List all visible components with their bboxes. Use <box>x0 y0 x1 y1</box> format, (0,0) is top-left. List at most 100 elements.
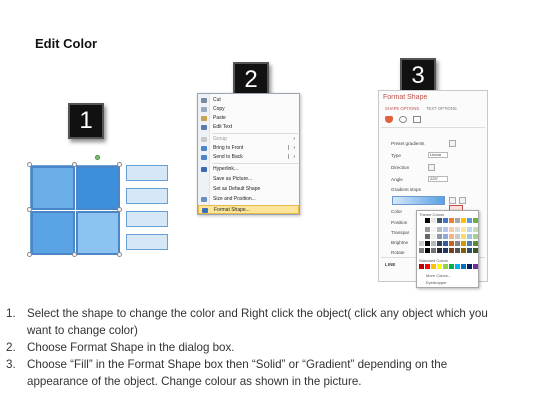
color-swatch[interactable] <box>461 248 466 253</box>
color-swatch[interactable] <box>461 227 466 232</box>
color-swatch[interactable] <box>419 248 424 253</box>
more-colors-link[interactable]: More Colors... <box>426 273 451 278</box>
color-swatch[interactable] <box>449 227 454 232</box>
color-swatch[interactable] <box>431 218 436 223</box>
menu-item-cut[interactable]: Cut <box>198 96 299 105</box>
color-swatch[interactable] <box>419 227 424 232</box>
color-swatch[interactable] <box>449 248 454 253</box>
color-swatch[interactable] <box>473 264 478 269</box>
color-swatch[interactable] <box>455 234 460 239</box>
color-swatch[interactable] <box>455 264 460 269</box>
shape-cell[interactable] <box>31 211 75 255</box>
shape-cell[interactable] <box>31 166 75 210</box>
color-swatch[interactable] <box>473 218 478 223</box>
color-swatch[interactable] <box>437 241 442 246</box>
color-swatch[interactable] <box>437 248 442 253</box>
color-swatch[interactable] <box>443 248 448 253</box>
line-section[interactable]: LINE <box>385 262 395 267</box>
color-swatch[interactable] <box>425 264 430 269</box>
color-swatch[interactable] <box>455 218 460 223</box>
color-swatch[interactable] <box>467 248 472 253</box>
color-swatch[interactable] <box>443 264 448 269</box>
color-swatch[interactable] <box>467 241 472 246</box>
color-swatch[interactable] <box>449 234 454 239</box>
selected-shape-grid[interactable] <box>30 165 120 255</box>
color-swatch[interactable] <box>455 248 460 253</box>
color-swatch[interactable] <box>443 218 448 223</box>
color-swatch[interactable] <box>467 227 472 232</box>
menu-item-save-as-picture[interactable]: Save as Picture... <box>198 175 299 184</box>
remove-stop-button[interactable] <box>459 197 466 204</box>
menu-item-set-default-shape[interactable]: Set as Default Shape <box>198 185 299 194</box>
color-swatch[interactable] <box>443 234 448 239</box>
resize-handle[interactable] <box>117 252 122 257</box>
rotation-handle[interactable] <box>95 155 100 160</box>
color-swatch[interactable] <box>443 241 448 246</box>
color-swatch[interactable] <box>425 227 430 232</box>
menu-item-edit-text[interactable]: Edit Text <box>198 123 299 132</box>
add-stop-button[interactable] <box>449 197 456 204</box>
resize-handle[interactable] <box>117 162 122 167</box>
shape-cell[interactable] <box>76 166 120 210</box>
menu-item-send-to-back[interactable]: Send to Back | › <box>198 153 299 162</box>
color-swatch[interactable] <box>449 241 454 246</box>
color-swatch[interactable] <box>473 241 478 246</box>
size-properties-icon[interactable] <box>413 116 421 123</box>
color-swatch[interactable] <box>419 234 424 239</box>
type-select[interactable]: Linear <box>428 152 448 158</box>
fill-line-icon[interactable] <box>385 116 393 123</box>
menu-item-copy[interactable]: Copy <box>198 105 299 114</box>
color-swatch[interactable] <box>461 264 466 269</box>
color-swatch[interactable] <box>467 234 472 239</box>
side-bar-shape[interactable] <box>126 234 168 250</box>
direction-dropdown[interactable] <box>428 164 435 171</box>
angle-input[interactable]: 225° <box>428 176 448 182</box>
color-swatch[interactable] <box>437 218 442 223</box>
color-swatch[interactable] <box>425 234 430 239</box>
resize-handle[interactable] <box>72 162 77 167</box>
color-swatch[interactable] <box>467 218 472 223</box>
color-swatch[interactable] <box>431 227 436 232</box>
color-swatch[interactable] <box>425 218 430 223</box>
color-swatch[interactable] <box>431 248 436 253</box>
color-swatch[interactable] <box>431 264 436 269</box>
color-swatch[interactable] <box>449 264 454 269</box>
menu-item-hyperlink[interactable]: Hyperlink... <box>198 165 299 174</box>
resize-handle[interactable] <box>117 207 122 212</box>
color-swatch[interactable] <box>461 234 466 239</box>
color-swatch[interactable] <box>467 264 472 269</box>
shape-cell[interactable] <box>76 211 120 255</box>
color-swatch[interactable] <box>473 234 478 239</box>
color-swatch[interactable] <box>419 218 424 223</box>
color-swatch[interactable] <box>419 264 424 269</box>
resize-handle[interactable] <box>27 207 32 212</box>
color-swatch[interactable] <box>473 248 478 253</box>
color-swatch[interactable] <box>461 218 466 223</box>
menu-item-paste[interactable]: Paste <box>198 114 299 123</box>
color-swatch[interactable] <box>425 241 430 246</box>
color-swatch[interactable] <box>425 248 430 253</box>
resize-handle[interactable] <box>27 252 32 257</box>
color-swatch[interactable] <box>431 241 436 246</box>
menu-item-format-shape[interactable]: Format Shape... <box>198 205 299 214</box>
preset-gradients-dropdown[interactable] <box>449 140 456 147</box>
color-swatch[interactable] <box>419 241 424 246</box>
gradient-stops-bar[interactable] <box>392 196 445 205</box>
menu-item-size-position[interactable]: Size and Position... <box>198 195 299 204</box>
tab-text-options[interactable]: TEXT OPTIONS <box>426 106 457 111</box>
color-swatch[interactable] <box>437 264 442 269</box>
color-swatch[interactable] <box>461 241 466 246</box>
menu-item-bring-to-front[interactable]: Bring to Front | › <box>198 144 299 153</box>
color-swatch[interactable] <box>455 227 460 232</box>
color-swatch[interactable] <box>449 218 454 223</box>
color-swatch[interactable] <box>443 227 448 232</box>
tab-shape-options[interactable]: SHAPE OPTIONS <box>385 106 419 111</box>
resize-handle[interactable] <box>27 162 32 167</box>
color-swatch[interactable] <box>437 227 442 232</box>
color-swatch[interactable] <box>437 234 442 239</box>
eyedropper-option[interactable]: Eyedropper <box>426 280 447 285</box>
side-bar-shape[interactable] <box>126 188 168 204</box>
color-swatch[interactable] <box>455 241 460 246</box>
color-swatch[interactable] <box>473 227 478 232</box>
color-swatch[interactable] <box>431 234 436 239</box>
